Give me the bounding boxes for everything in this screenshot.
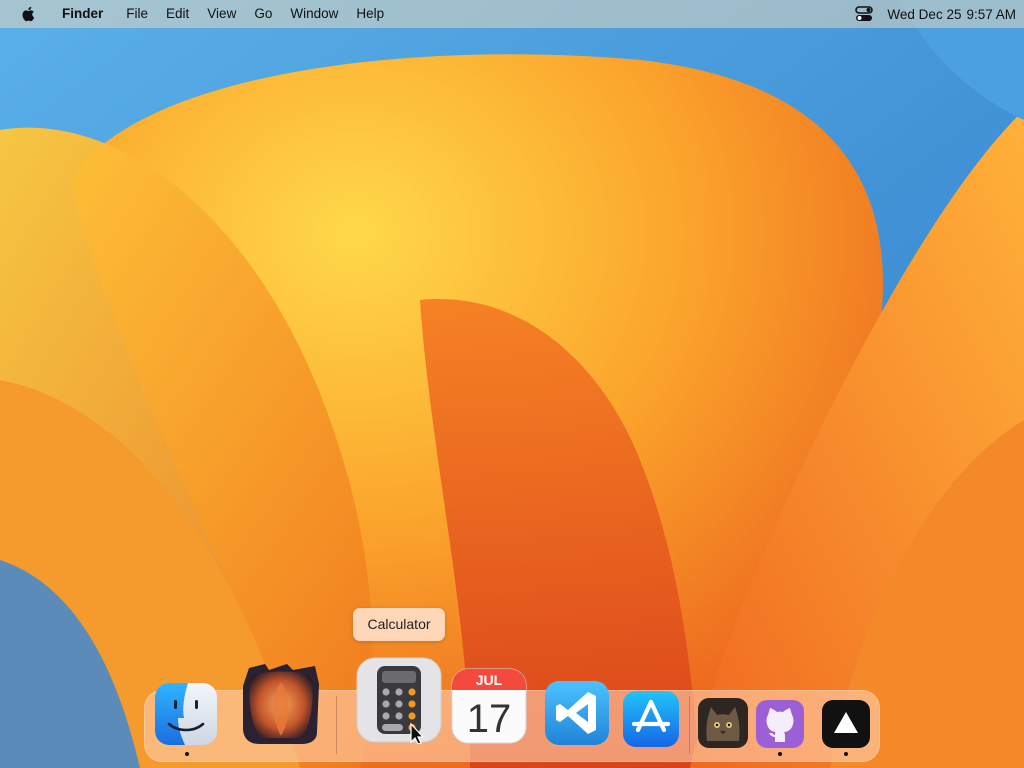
running-indicator-vercel — [844, 752, 848, 756]
running-indicator-github — [778, 752, 782, 756]
dock-divider-left — [336, 696, 337, 754]
desktop-wallpaper — [0, 0, 1024, 768]
clock-time: 9:57 AM — [966, 6, 1016, 22]
dock-item-finder[interactable] — [154, 682, 218, 746]
vscode-icon — [545, 681, 609, 745]
control-center-icon[interactable] — [855, 6, 874, 22]
vercel-icon — [822, 700, 870, 748]
menu-view[interactable]: View — [198, 0, 245, 28]
running-indicator-finder — [185, 752, 189, 756]
apple-logo-icon[interactable] — [20, 5, 38, 23]
finder-icon — [155, 683, 217, 745]
dock-item-wallpaper-app[interactable] — [241, 660, 321, 744]
menu-bar-clock[interactable]: Wed Dec 25 9:57 AM — [887, 7, 1016, 22]
app-store-icon — [623, 691, 679, 747]
calendar-icon: JUL 17 — [451, 668, 527, 744]
dock-item-calculator[interactable] — [355, 656, 443, 744]
dock-item-calendar[interactable]: JUL 17 — [451, 668, 527, 744]
menu-help[interactable]: Help — [347, 0, 393, 28]
calendar-month: JUL — [476, 672, 503, 688]
menu-go[interactable]: Go — [245, 0, 281, 28]
menu-bar-extras: Wed Dec 25 9:57 AM — [855, 0, 1016, 28]
dock-divider-right — [689, 696, 690, 754]
dock-item-vercel[interactable] — [821, 699, 871, 749]
dock-item-github[interactable] — [755, 699, 805, 749]
dock-item-vscode[interactable] — [544, 680, 610, 746]
calendar-day: 17 — [467, 697, 512, 741]
dock-tooltip: Calculator — [353, 608, 445, 641]
calculator-icon — [356, 657, 442, 744]
wallpaper-app-icon — [243, 664, 319, 744]
menu-edit[interactable]: Edit — [157, 0, 198, 28]
cat-photo-icon — [698, 698, 748, 748]
menu-app-finder[interactable]: Finder — [56, 0, 117, 28]
clock-date: Wed Dec 25 — [887, 6, 962, 22]
menu-window[interactable]: Window — [281, 0, 347, 28]
menu-bar: Finder File Edit View Go Window Help Wed… — [0, 0, 1024, 28]
dock-item-cat-photo[interactable] — [697, 697, 749, 749]
menu-file[interactable]: File — [117, 0, 157, 28]
dock-item-app-store[interactable] — [622, 690, 680, 748]
github-icon — [756, 700, 804, 748]
